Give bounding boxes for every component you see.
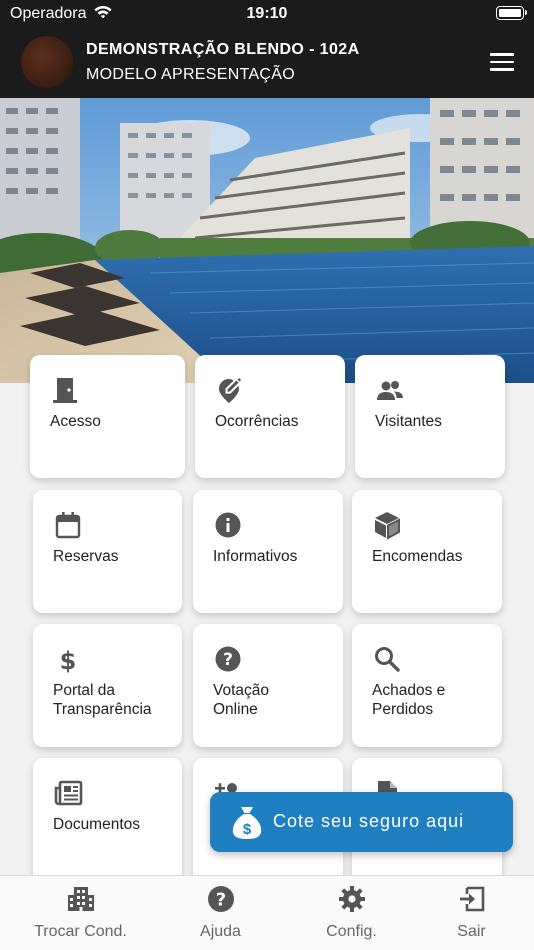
service-card-informativos[interactable]: Informativos [193,490,343,613]
service-card-label: Ocorrências [215,413,299,430]
tab-trocar-cond[interactable]: Trocar Cond. [14,876,147,950]
exit-icon [457,884,487,914]
calendar-icon [53,510,83,540]
service-card-label: Visitantes [375,413,442,430]
door-icon [50,375,80,405]
people-icon [375,375,405,405]
service-card-visitantes[interactable]: Visitantes [355,355,505,478]
tab-config[interactable]: Config. [285,876,418,950]
tab-ajuda[interactable]: ? Ajuda [154,876,287,950]
service-card-label: Encomendas [372,548,463,565]
avatar[interactable] [21,36,73,88]
service-card-label: Acesso [50,413,101,430]
hamburger-menu-icon[interactable] [490,53,514,71]
help-icon: ? [206,884,236,914]
svg-text:?: ? [215,890,225,911]
status-bar: Operadora 19:10 [0,0,534,28]
tab-label: Ajuda [200,923,241,940]
service-card-label: Portal da Transparência [53,682,152,718]
tab-sair[interactable]: Sair [405,876,534,950]
money-bag-icon: $ [232,807,262,839]
service-card-reservas[interactable]: Reservas [33,490,182,613]
insurance-quote-button[interactable]: $ Cote seu seguro aqui [210,792,513,852]
building-icon [66,884,96,914]
service-card-label: Votação Online [213,682,270,718]
svg-text:$: $ [243,821,252,838]
service-card-ocorrencias[interactable]: Ocorrências [195,355,345,478]
edit-location-icon [215,375,245,405]
service-card-encomendas[interactable]: Encomendas [352,490,502,613]
service-card-label: Informativos [213,548,298,565]
bottom-tab-bar: Trocar Cond.? Ajuda Config. Sair [0,875,534,950]
hero-image [0,98,534,383]
app-header: DEMONSTRAÇÃO BLENDO - 102A MODELO APRESE… [0,28,534,98]
service-card-label: Documentos [53,816,141,833]
service-card-portal[interactable]: $ Portal da Transparência [33,624,182,747]
insurance-quote-label: Cote seu seguro aqui [273,811,465,831]
svg-text:?: ? [223,650,233,670]
package-icon [372,510,402,540]
service-card-achados[interactable]: Achados e Perdidos [352,624,502,747]
gear-icon [337,884,367,914]
service-card-acesso[interactable]: Acesso [30,355,185,478]
tab-label: Trocar Cond. [34,923,127,940]
search-icon [372,644,402,674]
clock: 19:10 [246,5,288,22]
dollar-icon: $ [53,644,83,675]
condo-title: DEMONSTRAÇÃO BLENDO - 102A [86,41,360,58]
info-icon [213,510,243,540]
tab-label: Sair [457,923,486,940]
battery-icon [496,6,527,20]
unit-subtitle: MODELO APRESENTAÇÃO [86,66,296,83]
service-card-label: Reservas [53,548,119,565]
service-card-votacao[interactable]: ? Votação Online [193,624,343,747]
service-card-label: Achados e Perdidos [372,682,446,718]
svg-text:$: $ [60,647,77,674]
tab-label: Config. [326,923,377,940]
newspaper-icon [53,778,83,808]
help-circle-icon: ? [213,644,243,674]
